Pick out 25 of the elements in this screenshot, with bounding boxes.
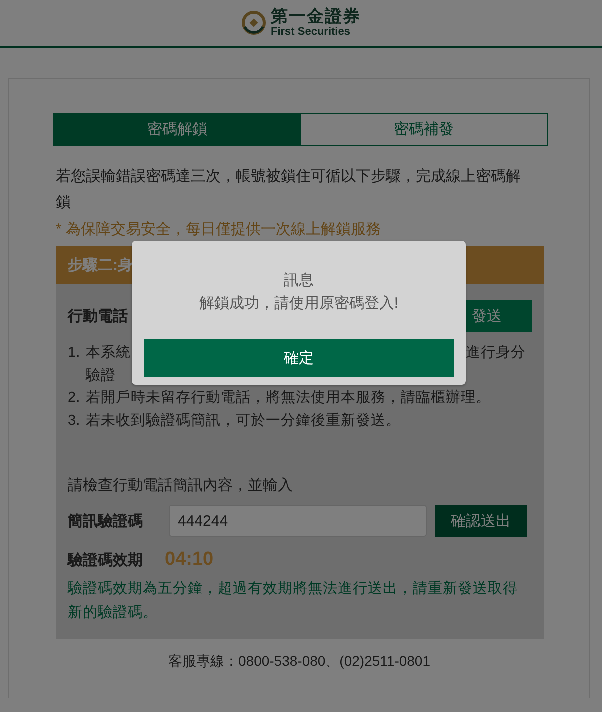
note-text: 驗證 — [86, 366, 116, 386]
note-text: 進行身分 — [466, 344, 526, 363]
hotline-text: 客服專線：0800-538-080、(02)2511-0801 — [168, 653, 432, 671]
note-text: 本系統 — [86, 344, 131, 363]
tab[interactable]: 密碼解鎖 — [54, 114, 300, 145]
code-label: 簡訊驗證碼 — [68, 512, 143, 530]
intro-text: 若您誤輸錯誤密碼達三次，帳號被鎖住可循以下步驟，完成線上密碼解鎖 — [56, 167, 522, 213]
logo-name: 第一金證券 — [271, 8, 361, 25]
phone-label: 行動電話 — [68, 306, 128, 326]
expiry-label: 驗證碼效期 — [68, 550, 143, 570]
expiry-timer: 04:10 — [165, 549, 214, 571]
prompt-text: 請檢查行動電話簡訊內容，並輸入 — [68, 476, 294, 495]
note-text: 若開戶時未留存行動電話，將無法使用本服務，請臨櫃辦理。 — [86, 388, 491, 408]
list-number: 3. — [68, 412, 82, 430]
note-text: 若未收到驗證碼簡訊，可於一分鐘後重新發送。 — [86, 412, 401, 430]
notice-text: * 為保障交易安全，每日僅提供一次線上解鎖服務 — [56, 220, 382, 240]
dialog-message: 解鎖成功，請使用原密碼登入! — [199, 294, 399, 313]
logo-icon — [241, 10, 267, 36]
logo-subtitle: First Securities — [271, 27, 352, 38]
submit-button[interactable]: 確認送出 — [435, 505, 527, 537]
expiry-note: 驗證碼效期為五分鐘，超過有效期將無法進行送出，請重新發送取得新的驗證碼。 — [68, 580, 519, 623]
list-number: 2. — [68, 389, 82, 408]
confirm-button[interactable]: 確定 — [144, 339, 454, 377]
code-input[interactable]: 444244 — [169, 505, 427, 537]
list-number: 1. — [68, 344, 82, 363]
